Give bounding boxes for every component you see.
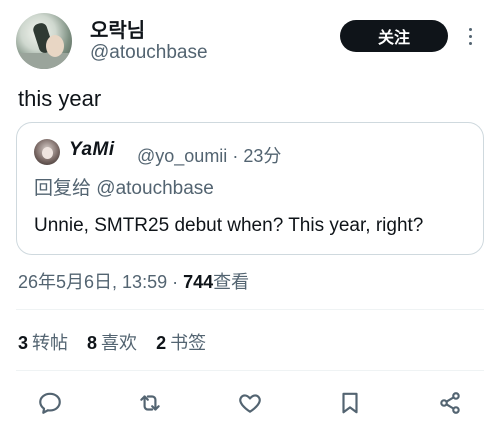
reply-mention[interactable]: @atouchbase <box>96 178 214 199</box>
more-dot <box>468 27 472 31</box>
tweet-header: 오락님 @atouchbase 关注 <box>0 0 500 80</box>
likes-count: 8 <box>87 333 98 353</box>
follow-button[interactable]: 关注 <box>340 20 448 52</box>
quoted-time: 23分 <box>243 146 282 166</box>
tweet-text: this year <box>18 86 102 111</box>
avatar-floor <box>16 53 72 69</box>
author-display-name[interactable]: 오락님 <box>90 14 145 43</box>
retweet-icon[interactable] <box>130 383 170 423</box>
divider <box>16 309 484 310</box>
bookmarks-stat[interactable]: 2 书签 <box>156 329 206 355</box>
tweet-datetime[interactable]: 26年5月6日, 13:59 <box>18 272 167 292</box>
quoted-text: Unnie, SMTR25 debut when? This year, rig… <box>34 215 424 236</box>
quoted-avatar-face <box>42 147 53 159</box>
retweets-label: 转帖 <box>32 333 69 353</box>
author-handle[interactable]: @atouchbase <box>90 42 208 64</box>
more-dot <box>468 41 472 45</box>
engagement-stats: 3 转帖 8 喜欢 2 书签 <box>18 329 220 355</box>
more-dot <box>468 34 472 38</box>
divider <box>16 370 484 371</box>
quoted-author-name: YaMi <box>69 139 115 160</box>
quoted-author-avatar <box>34 139 60 165</box>
like-icon[interactable] <box>230 383 270 423</box>
reply-icon[interactable] <box>30 383 70 423</box>
quoted-reply-context: 回复给 @atouchbase <box>34 173 214 200</box>
views-label: 查看 <box>213 272 250 292</box>
meta-separator: · <box>172 272 179 292</box>
retweets-stat[interactable]: 3 转帖 <box>18 329 68 355</box>
more-vertical-icon[interactable] <box>462 22 478 50</box>
likes-label: 喜欢 <box>101 333 138 353</box>
action-bar <box>0 383 500 423</box>
quoted-meta: @yo_oumii · 23分 <box>137 142 281 168</box>
bookmarks-label: 书签 <box>170 333 207 353</box>
bookmark-icon[interactable] <box>330 383 370 423</box>
retweets-count: 3 <box>18 333 29 353</box>
tweet-meta: 26年5月6日, 13:59 · 744查看 <box>18 268 249 294</box>
quoted-author-handle: @yo_oumii <box>137 146 228 166</box>
quoted-separator: · <box>232 146 239 166</box>
author-avatar[interactable] <box>16 13 72 69</box>
avatar-figure-head <box>46 35 64 57</box>
share-icon[interactable] <box>430 383 470 423</box>
likes-stat[interactable]: 8 喜欢 <box>87 329 137 355</box>
views-count: 744 <box>183 272 214 292</box>
bookmarks-count: 2 <box>156 333 167 353</box>
quoted-tweet[interactable]: YaMi @yo_oumii · 23分 回复给 @atouchbase Unn… <box>16 122 484 255</box>
reply-prefix: 回复给 <box>34 178 92 199</box>
